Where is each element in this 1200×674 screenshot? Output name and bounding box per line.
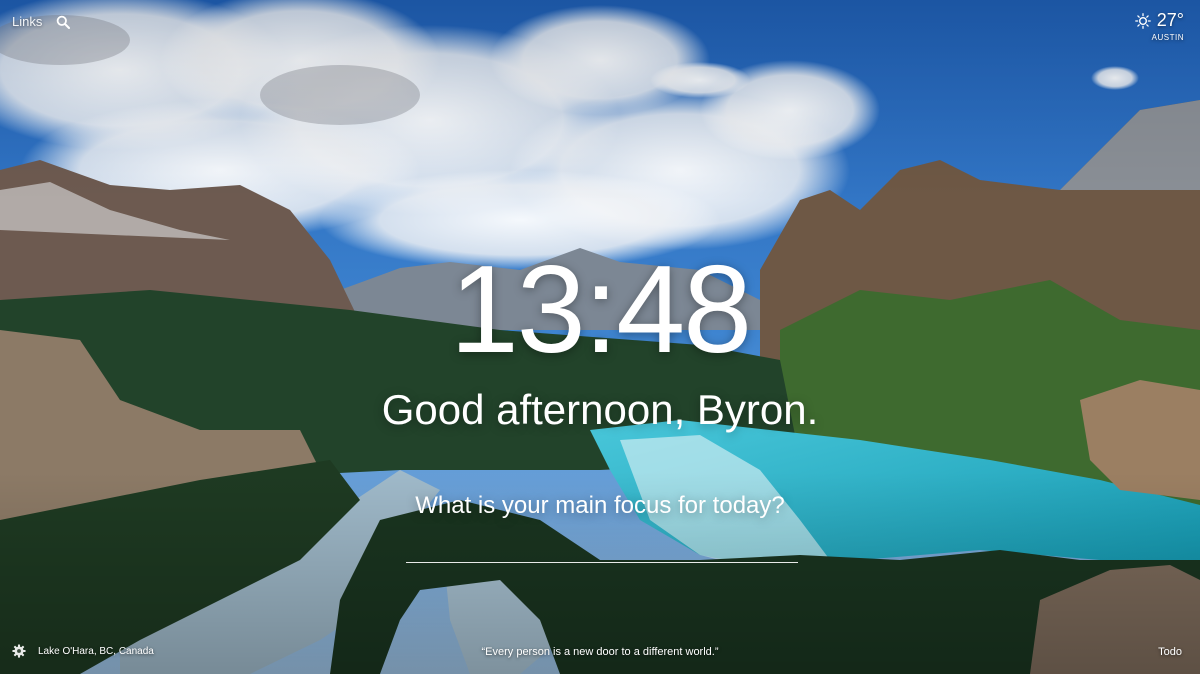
- focus-prompt: What is your main focus for today?: [415, 492, 785, 519]
- greeting-text: Good afternoon, Byron.: [381, 386, 819, 433]
- todo-button[interactable]: Todo: [1158, 646, 1182, 658]
- daily-quote[interactable]: “Every person is a new door to a differe…: [0, 646, 1200, 658]
- weather-temperature: 27°: [1156, 10, 1184, 30]
- top-left-bar: Links: [12, 14, 71, 29]
- clock-time[interactable]: 13:48: [0, 240, 1200, 380]
- focus-input[interactable]: [406, 536, 798, 563]
- sun-icon: [1134, 12, 1151, 29]
- weather-widget[interactable]: 27° AUSTIN: [1134, 10, 1184, 42]
- weather-location: AUSTIN: [1151, 33, 1184, 42]
- search-icon[interactable]: [56, 15, 71, 29]
- links-button[interactable]: Links: [12, 14, 42, 29]
